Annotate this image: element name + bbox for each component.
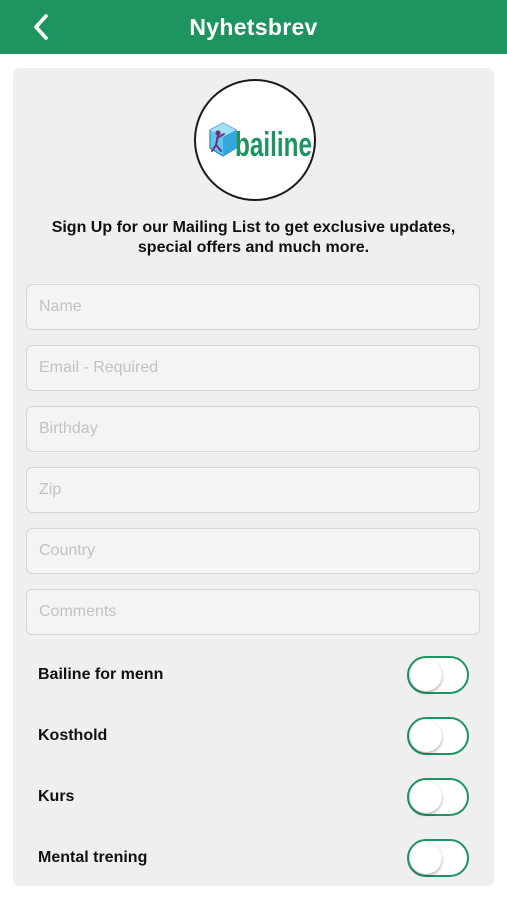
toggle-label: Mental trening — [38, 849, 148, 866]
page-title: Nyhetsbrev — [189, 13, 318, 40]
zip-input[interactable] — [26, 467, 480, 513]
signup-intro: Sign Up for our Mailing List to get excl… — [13, 218, 494, 258]
toggle-row-mental-trening: Mental trening — [13, 839, 494, 879]
toggle-row-kurs: Kurs — [13, 778, 494, 818]
cube-emblem-icon — [209, 122, 237, 157]
chevron-left-icon — [34, 14, 48, 40]
toggle-label: Bailine for menn — [38, 666, 164, 683]
switch-knob — [410, 842, 442, 874]
comments-input[interactable] — [26, 589, 480, 635]
signup-card: bailine Sign Up for our Mailing List to … — [13, 68, 494, 886]
intro-line-1: Sign Up for our Mailing List to get excl… — [51, 219, 456, 236]
switch-knob — [410, 659, 442, 691]
toggle-label: Kurs — [38, 788, 75, 805]
kosthold-switch[interactable] — [407, 717, 469, 755]
birthday-input[interactable] — [26, 406, 480, 452]
country-input[interactable] — [26, 528, 480, 574]
toggle-label: Kosthold — [38, 727, 108, 744]
switch-knob — [410, 720, 442, 752]
toggle-row-bailine-for-menn: Bailine for menn — [13, 656, 494, 696]
kurs-switch[interactable] — [407, 778, 469, 816]
intro-line-2: special offers and much more. — [137, 239, 370, 256]
logo-wordmark: bailine — [235, 126, 312, 164]
mental-trening-switch[interactable] — [407, 839, 469, 877]
toggle-row-kosthold: Kosthold — [13, 717, 494, 757]
bailine-logo: bailine — [194, 79, 316, 201]
email-input[interactable] — [26, 345, 480, 391]
navigation-bar: Nyhetsbrev — [0, 0, 507, 54]
back-button[interactable] — [26, 11, 56, 43]
switch-knob — [410, 781, 442, 813]
name-input[interactable] — [26, 284, 480, 330]
bailine-for-menn-switch[interactable] — [407, 656, 469, 694]
